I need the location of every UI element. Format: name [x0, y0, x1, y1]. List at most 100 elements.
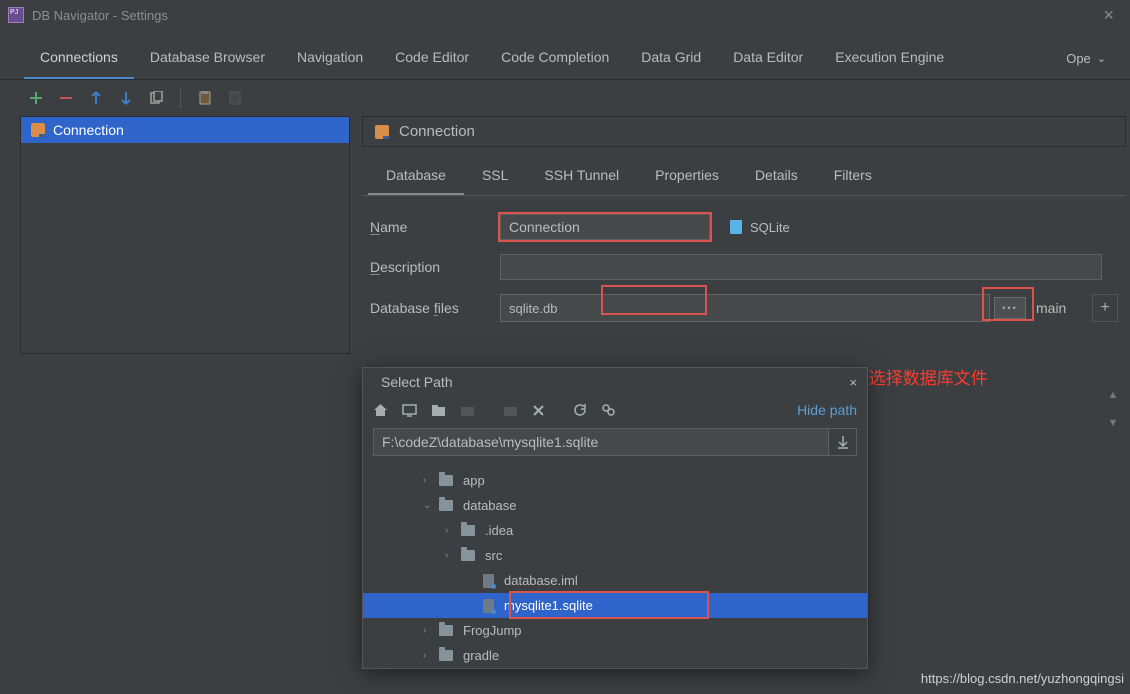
- path-input[interactable]: [373, 428, 829, 456]
- refresh-icon[interactable]: [573, 403, 587, 417]
- top-tabbar: Connections Database Browser Navigation …: [0, 38, 1130, 80]
- tree-item-database-iml[interactable]: database.iml: [373, 568, 867, 593]
- copy-icon[interactable]: [148, 90, 164, 106]
- tab-code-editor[interactable]: Code Editor: [379, 39, 485, 79]
- file-tree: › app ⌄ database › .idea › srcdatabase.iml mysql…: [363, 466, 867, 668]
- desktop-icon[interactable]: [402, 404, 417, 417]
- db-type-badge: SQLite: [730, 220, 790, 235]
- description-label: Description: [370, 259, 500, 275]
- dialog-titlebar: Select Path ×: [363, 368, 867, 396]
- folder-icon: [439, 625, 453, 636]
- hide-path-link[interactable]: Hide path: [797, 402, 857, 418]
- up-icon[interactable]: [88, 90, 104, 106]
- delete-icon[interactable]: [532, 404, 545, 417]
- tab-navigation[interactable]: Navigation: [281, 39, 379, 79]
- detail-panel: Connection Database SSL SSH Tunnel Prope…: [362, 116, 1126, 354]
- tree-item-gradle[interactable]: › gradle: [373, 643, 867, 668]
- tree-item-database[interactable]: ⌄ database: [373, 493, 867, 518]
- tab-execution-engine[interactable]: Execution Engine: [819, 39, 960, 79]
- tab-database-browser[interactable]: Database Browser: [134, 39, 281, 79]
- dialog-toolbar: Hide path: [363, 396, 867, 424]
- name-input[interactable]: [500, 214, 710, 240]
- panel-header: Connection: [362, 116, 1126, 147]
- tree-item-label: FrogJump: [463, 623, 522, 638]
- panel-title: Connection: [399, 123, 475, 140]
- watermark: https://blog.csdn.net/yuzhongqingsi: [921, 671, 1124, 686]
- highlight-box-input: [601, 285, 707, 315]
- sqlite-icon: [730, 220, 742, 234]
- tree-item-src[interactable]: › src: [373, 543, 867, 568]
- close-icon[interactable]: ×: [1095, 5, 1122, 26]
- show-hidden-icon[interactable]: [601, 403, 616, 417]
- tab-connections[interactable]: Connections: [24, 39, 134, 79]
- chevron-right-icon: ›: [445, 550, 455, 561]
- chevron-right-icon: ›: [423, 625, 433, 636]
- subtabs: Database SSL SSH Tunnel Properties Detai…: [362, 161, 1126, 196]
- tab-code-completion[interactable]: Code Completion: [485, 39, 625, 79]
- schema-label: main: [1036, 300, 1086, 316]
- titlebar: DB Navigator - Settings ×: [0, 0, 1130, 30]
- sidebar-item-label: Connection: [53, 122, 124, 138]
- connection-icon: [375, 125, 389, 139]
- folder-icon: [461, 550, 475, 561]
- subtab-details[interactable]: Details: [737, 161, 816, 195]
- add-icon[interactable]: [28, 90, 44, 106]
- side-buttons: ▲ ▼: [1100, 382, 1126, 436]
- add-file-button[interactable]: +: [1092, 294, 1118, 322]
- subtab-ssh-tunnel[interactable]: SSH Tunnel: [526, 161, 637, 195]
- project-icon[interactable]: [431, 404, 446, 417]
- tree-item-label: database.iml: [504, 573, 578, 588]
- subtab-database[interactable]: Database: [368, 161, 464, 195]
- tree-item-label: app: [463, 473, 485, 488]
- tree-item-label: gradle: [463, 648, 499, 663]
- sidebar-item-connection[interactable]: Connection: [21, 117, 349, 143]
- folder-icon: [439, 475, 453, 486]
- paste-icon[interactable]: [197, 90, 213, 106]
- folder-icon: [439, 500, 453, 511]
- paste-disabled-icon: [227, 90, 243, 106]
- name-label: Name: [370, 219, 500, 235]
- remove-icon[interactable]: [58, 90, 74, 106]
- tree-item-mysqlite1-sqlite[interactable]: mysqlite1.sqlite: [363, 593, 867, 618]
- form: Name SQLite Description Database files s…: [362, 196, 1126, 354]
- tree-item--idea[interactable]: › .idea: [373, 518, 867, 543]
- subtab-ssl[interactable]: SSL: [464, 161, 526, 195]
- tree-item-label: src: [485, 548, 502, 563]
- home-icon[interactable]: [373, 403, 388, 417]
- chevron-down-icon: ⌄: [1097, 52, 1106, 65]
- move-down-button[interactable]: ▼: [1100, 410, 1126, 436]
- move-up-button[interactable]: ▲: [1100, 382, 1126, 408]
- down-icon[interactable]: [118, 90, 134, 106]
- chevron-right-icon: ›: [423, 475, 433, 486]
- module-icon: [460, 404, 475, 417]
- chevron-right-icon: ›: [423, 650, 433, 661]
- dialog-close-icon[interactable]: ×: [849, 375, 857, 390]
- window-title: DB Navigator - Settings: [32, 8, 168, 23]
- tab-data-editor[interactable]: Data Editor: [717, 39, 819, 79]
- description-input[interactable]: [500, 254, 1102, 280]
- new-folder-icon: [503, 404, 518, 417]
- highlight-box-browse: [982, 287, 1034, 321]
- file-icon: [483, 574, 494, 588]
- chevron-right-icon: ›: [445, 525, 455, 536]
- connection-icon: [31, 123, 45, 137]
- database-file-input[interactable]: sqlite.db: [500, 294, 990, 322]
- toolbar: [0, 80, 1130, 116]
- tab-data-grid[interactable]: Data Grid: [625, 39, 717, 79]
- files-label: Database files: [370, 300, 500, 316]
- tree-item-frogjump[interactable]: › FrogJump: [373, 618, 867, 643]
- tree-item-label: database: [463, 498, 517, 513]
- folder-icon: [461, 525, 475, 536]
- file-icon: [483, 599, 494, 613]
- tree-item-app[interactable]: › app: [373, 468, 867, 493]
- toolbar-divider: [180, 88, 181, 108]
- dialog-title: Select Path: [381, 374, 453, 390]
- chevron-down-icon: ⌄: [423, 500, 433, 511]
- tab-overflow[interactable]: Ope⌄: [1066, 51, 1106, 66]
- history-button[interactable]: [829, 428, 857, 456]
- tree-item-label: .idea: [485, 523, 513, 538]
- app-icon: [8, 7, 24, 23]
- sidebar: Connection: [20, 116, 350, 354]
- subtab-properties[interactable]: Properties: [637, 161, 737, 195]
- subtab-filters[interactable]: Filters: [816, 161, 890, 195]
